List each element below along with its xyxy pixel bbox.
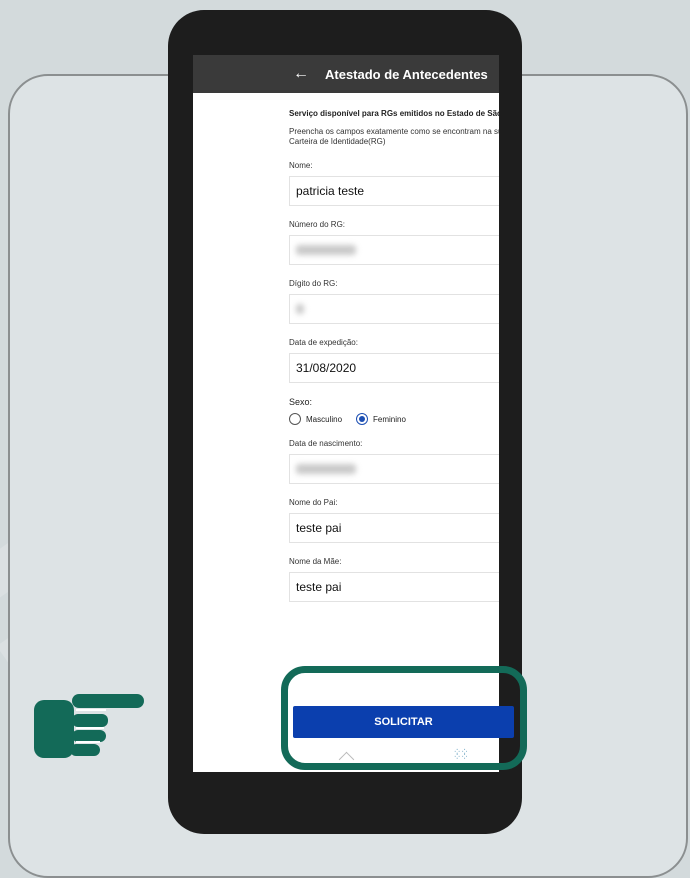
sexo-radio-group: Masculino Feminino <box>289 413 499 425</box>
mae-label: Nome da Mãe: <box>289 557 342 566</box>
mae-field[interactable]: teste pai <box>289 572 499 602</box>
expedicao-label: Data de expedição: <box>289 338 358 347</box>
phone-screen: ← Atestado de Antecedentes Serviço dispo… <box>193 55 499 772</box>
pai-field[interactable]: teste pai <box>289 513 499 543</box>
radio-feminino[interactable]: Feminino <box>356 413 406 425</box>
pai-label: Nome do Pai: <box>289 498 338 507</box>
radio-masculino[interactable]: Masculino <box>289 413 342 425</box>
radio-selected-icon <box>356 413 369 425</box>
app-bar: ← Atestado de Antecedentes <box>193 55 499 93</box>
rg-field[interactable] <box>289 235 499 265</box>
back-arrow-icon[interactable]: ← <box>293 65 319 83</box>
form: Serviço disponível para RGs emitidos no … <box>193 93 499 602</box>
highlight-ring <box>281 666 527 770</box>
page-title: Atestado de Antecedentes <box>325 66 488 82</box>
notice-bold: Serviço disponível para RGs emitidos no … <box>289 109 499 118</box>
redacted-value <box>296 304 304 314</box>
notice-text: Preencha os campos exatamente como se en… <box>289 127 499 146</box>
expedicao-field[interactable]: 31/08/2020 <box>289 353 499 383</box>
radio-label: Feminino <box>373 414 406 424</box>
nome-field[interactable]: patricia teste <box>289 176 499 206</box>
digito-field[interactable] <box>289 294 499 324</box>
radio-label: Masculino <box>306 414 343 424</box>
redacted-value <box>296 245 356 255</box>
digito-label: Dígito do RG: <box>289 279 338 288</box>
pointing-hand-icon <box>34 694 144 758</box>
redacted-value <box>296 464 356 474</box>
nascimento-field[interactable] <box>289 454 499 484</box>
nome-label: Nome: <box>289 161 313 170</box>
sexo-label: Sexo: <box>289 397 313 407</box>
nascimento-label: Data de nascimento: <box>289 439 363 448</box>
rg-label: Número do RG: <box>289 220 346 229</box>
radio-circle-icon <box>289 413 301 425</box>
